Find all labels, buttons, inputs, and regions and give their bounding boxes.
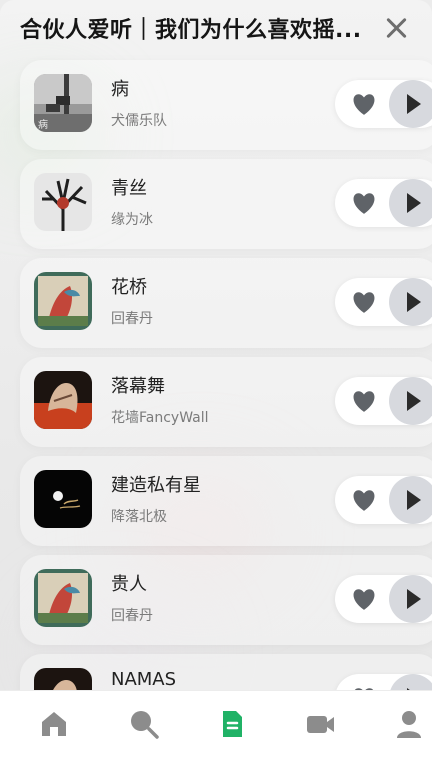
search-icon[interactable] bbox=[128, 708, 160, 740]
close-icon[interactable] bbox=[382, 14, 410, 42]
bird-painting-cover bbox=[34, 272, 92, 330]
song-controls bbox=[335, 80, 432, 128]
song-title: 贵人 bbox=[111, 574, 147, 595]
hands-fire-cover bbox=[34, 371, 92, 429]
song-artist: 降落北极 bbox=[111, 509, 167, 525]
planet-black-cover bbox=[34, 470, 92, 528]
song-title: 病 bbox=[111, 79, 129, 100]
song-artist: 犬儒乐队 bbox=[111, 113, 167, 129]
bird-painting-cover bbox=[34, 569, 92, 627]
song-controls bbox=[335, 575, 432, 623]
song-artist: 回春丹 bbox=[111, 311, 153, 327]
heart-icon[interactable] bbox=[351, 587, 377, 611]
video-icon[interactable] bbox=[304, 708, 336, 740]
song-row[interactable]: 病 病 犬儒乐队 bbox=[20, 60, 432, 150]
document-icon[interactable] bbox=[216, 708, 248, 740]
svg-text:病: 病 bbox=[38, 118, 48, 131]
tree-portrait-cover bbox=[34, 173, 92, 231]
song-artist: 花墙FancyWall bbox=[111, 410, 209, 426]
heart-icon[interactable] bbox=[351, 290, 377, 314]
song-row[interactable]: 贵人 回春丹 bbox=[20, 555, 432, 645]
song-title: 建造私有星 bbox=[111, 475, 201, 496]
sheet-header: 合伙人爱听｜我们为什么喜欢摇... bbox=[0, 0, 432, 56]
song-row[interactable]: 青丝 缘为冰 bbox=[20, 159, 432, 249]
song-title: 青丝 bbox=[111, 178, 147, 199]
song-row[interactable]: 落幕舞 花墙FancyWall bbox=[20, 357, 432, 447]
play-button[interactable] bbox=[389, 476, 432, 524]
camera-pole-cover: 病 bbox=[34, 74, 92, 132]
song-row[interactable]: 建造私有星 降落北极 bbox=[20, 456, 432, 546]
heart-icon[interactable] bbox=[351, 92, 377, 116]
song-controls bbox=[335, 278, 432, 326]
play-button[interactable] bbox=[389, 575, 432, 623]
song-title: 花桥 bbox=[111, 277, 147, 298]
profile-icon[interactable] bbox=[393, 708, 425, 740]
song-row[interactable]: 花桥 回春丹 bbox=[20, 258, 432, 348]
heart-icon[interactable] bbox=[351, 488, 377, 512]
play-button[interactable] bbox=[389, 278, 432, 326]
song-artist: 缘为冰 bbox=[111, 212, 153, 228]
heart-icon[interactable] bbox=[351, 389, 377, 413]
song-title: NAMAS bbox=[111, 669, 177, 690]
playlist-title: 合伙人爱听｜我们为什么喜欢摇... bbox=[20, 18, 362, 43]
playlist-sheet: 合伙人爱听｜我们为什么喜欢摇... 病 病 犬儒乐队 青丝 缘为冰 花桥 回春丹… bbox=[0, 0, 432, 768]
song-controls bbox=[335, 476, 432, 524]
play-button[interactable] bbox=[389, 377, 432, 425]
song-controls bbox=[335, 377, 432, 425]
home-icon[interactable] bbox=[38, 708, 70, 740]
heart-icon[interactable] bbox=[351, 191, 377, 215]
home-indicator-area bbox=[0, 752, 432, 768]
song-controls bbox=[335, 179, 432, 227]
song-artist: 回春丹 bbox=[111, 608, 153, 624]
play-button[interactable] bbox=[389, 80, 432, 128]
song-title: 落幕舞 bbox=[111, 376, 165, 397]
play-button[interactable] bbox=[389, 179, 432, 227]
